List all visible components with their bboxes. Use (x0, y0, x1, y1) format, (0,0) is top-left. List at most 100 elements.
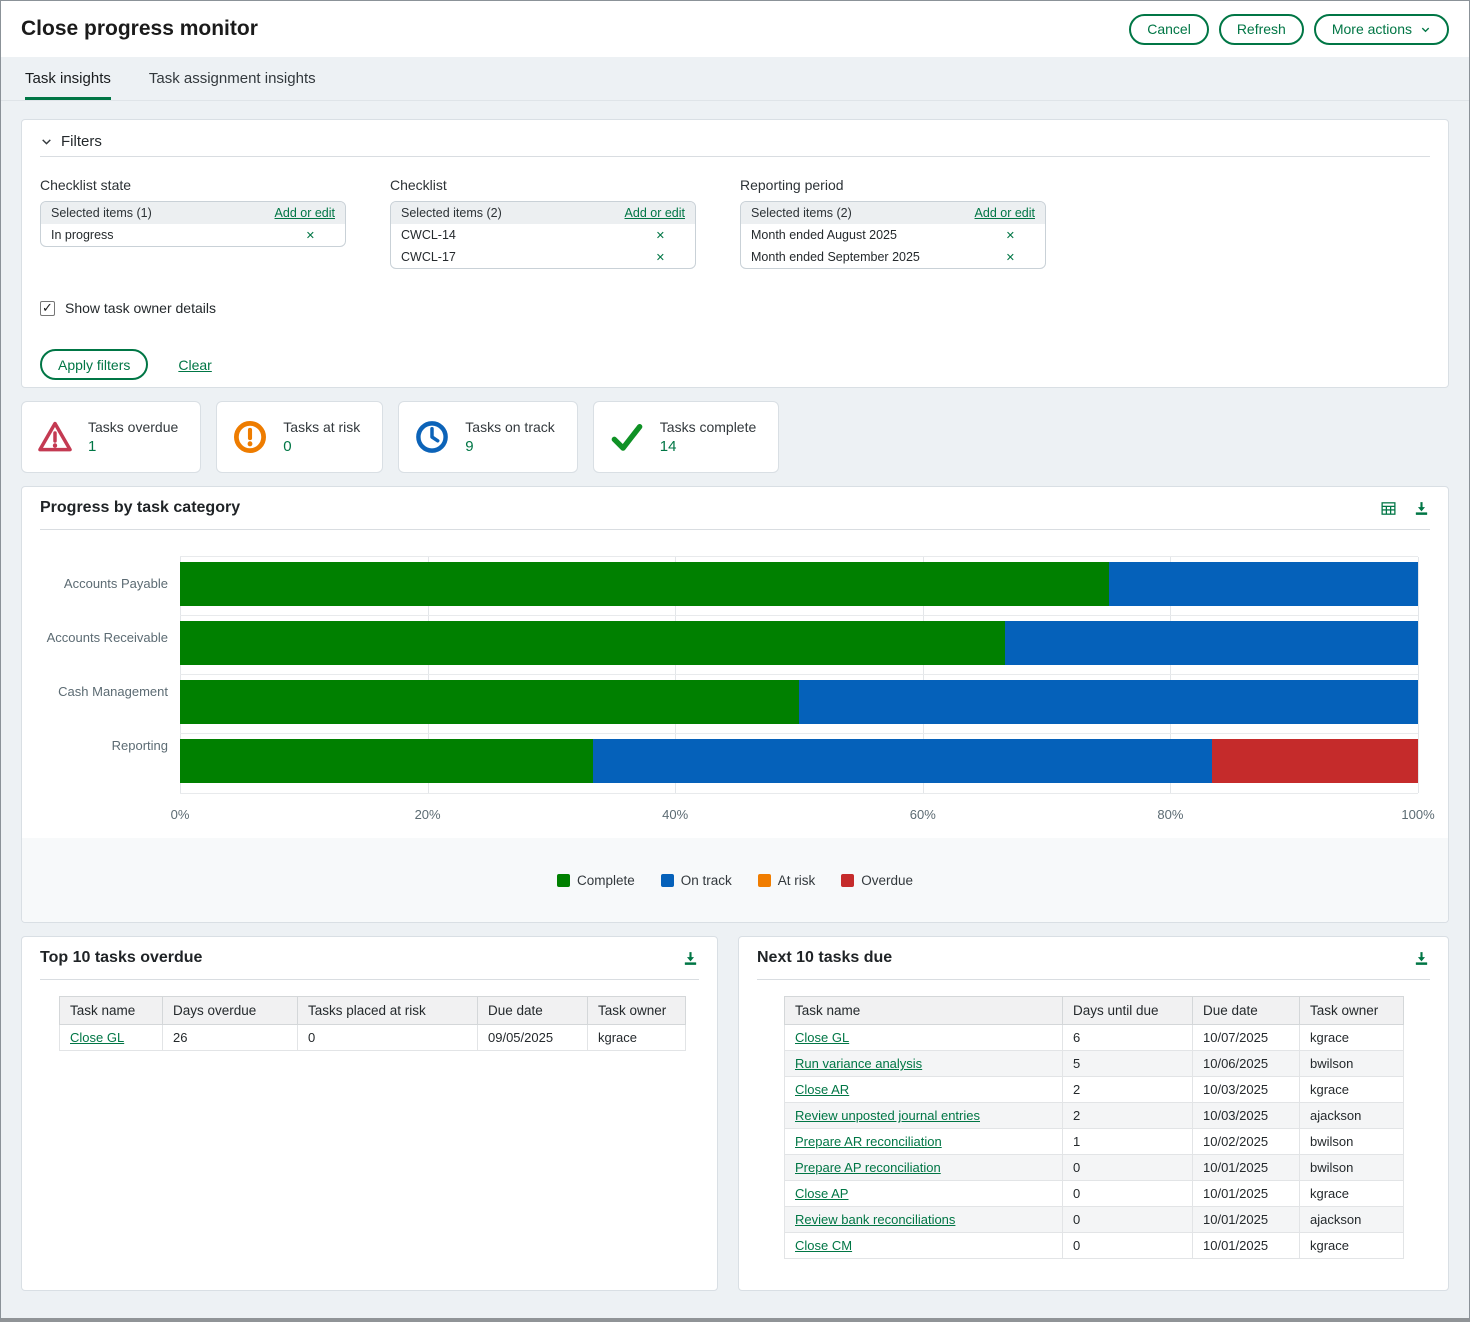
x-tick-label: 100% (1401, 807, 1434, 822)
filter-group-reporting-period: Reporting period Selected items (2) Add … (740, 177, 1046, 269)
cell: bwilson (1300, 1155, 1404, 1181)
filter-label: Reporting period (740, 177, 1046, 193)
tab-task-insights[interactable]: Task insights (25, 57, 111, 100)
table-row: Close GL26009/05/2025kgrace (60, 1025, 686, 1051)
chart-footer: Complete On track At risk Overdue (22, 838, 1448, 922)
bar-segment-complete[interactable] (180, 739, 593, 783)
bar-segment-complete[interactable] (180, 621, 1005, 665)
remove-item-icon[interactable]: ✕ (1006, 251, 1015, 264)
cell: bwilson (1300, 1129, 1404, 1155)
cancel-button[interactable]: Cancel (1129, 14, 1209, 45)
stacked-bar (180, 562, 1418, 606)
selected-items-count: Selected items (1) (51, 206, 152, 220)
task-link[interactable]: Close CM (795, 1238, 852, 1253)
column-header: Task name (60, 997, 163, 1025)
cell: kgrace (1300, 1025, 1404, 1051)
filter-item-label: Month ended September 2025 (751, 250, 920, 264)
cell: 10/01/2025 (1193, 1155, 1300, 1181)
cell: 10/01/2025 (1193, 1207, 1300, 1233)
x-tick-label: 20% (415, 807, 441, 822)
add-or-edit-link[interactable]: Add or edit (275, 206, 335, 220)
refresh-button[interactable]: Refresh (1219, 14, 1304, 45)
task-name-cell: Close AP (785, 1181, 1063, 1207)
x-tick-label: 40% (662, 807, 688, 822)
download-icon[interactable] (1413, 950, 1430, 967)
task-link[interactable]: Review bank reconciliations (795, 1212, 955, 1227)
more-actions-button[interactable]: More actions (1314, 14, 1449, 45)
task-name-cell: Run variance analysis (785, 1051, 1063, 1077)
clear-filters-link[interactable]: Clear (178, 357, 211, 373)
tables-row: Top 10 tasks overdue Task nameDays overd… (21, 936, 1449, 1291)
add-or-edit-link[interactable]: Add or edit (975, 206, 1035, 220)
filters-title: Filters (61, 133, 102, 150)
selected-items-box: Selected items (2) Add or edit CWCL-14 ✕… (390, 201, 696, 269)
cell: 2 (1063, 1077, 1193, 1103)
stat-card-tasks-complete: Tasks complete 14 (593, 401, 779, 473)
cell: 10/01/2025 (1193, 1233, 1300, 1259)
stacked-bar (180, 739, 1418, 783)
table-view-icon[interactable] (1380, 500, 1397, 517)
tab-task-assignment-insights[interactable]: Task assignment insights (149, 57, 316, 100)
bar-segment-on-track[interactable] (593, 739, 1212, 783)
cell: ajackson (1300, 1207, 1404, 1233)
page: Close progress monitor Cancel Refresh Mo… (0, 0, 1470, 1322)
overdue-table-title: Top 10 tasks overdue (40, 949, 202, 967)
bar-segment-complete[interactable] (180, 562, 1109, 606)
filters-toggle[interactable]: Filters (22, 120, 1448, 156)
header-actions: Cancel Refresh More actions (1129, 14, 1449, 45)
legend-swatch (758, 874, 771, 887)
stat-cards: Tasks overdue 1 Tasks at risk 0 Tasks (21, 401, 1449, 473)
column-header: Task owner (1300, 997, 1404, 1025)
remove-item-icon[interactable]: ✕ (1006, 229, 1015, 242)
legend-item-overdue: Overdue (841, 873, 913, 888)
show-owner-checkbox-row[interactable]: Show task owner details (40, 300, 216, 316)
bar-segment-overdue[interactable] (1212, 739, 1418, 783)
stat-card-tasks-on-track: Tasks on track 9 (398, 401, 577, 473)
task-link[interactable]: Close AR (795, 1082, 849, 1097)
remove-item-icon[interactable]: ✕ (656, 251, 665, 264)
chart-plot (180, 556, 1418, 794)
filter-item-label: CWCL-17 (401, 250, 456, 264)
legend-label: Overdue (861, 873, 913, 888)
cell: kgrace (588, 1025, 686, 1051)
cell: 09/05/2025 (478, 1025, 588, 1051)
chart-legend: Complete On track At risk Overdue (557, 873, 913, 888)
checkbox-label: Show task owner details (65, 300, 216, 316)
legend-swatch (841, 874, 854, 887)
cell: kgrace (1300, 1077, 1404, 1103)
download-icon[interactable] (1413, 500, 1430, 517)
cell: 10/02/2025 (1193, 1129, 1300, 1155)
apply-filters-button[interactable]: Apply filters (40, 349, 148, 380)
remove-item-icon[interactable]: ✕ (306, 229, 315, 242)
overdue-tasks-panel: Top 10 tasks overdue Task nameDays overd… (21, 936, 718, 1291)
task-name-cell: Prepare AP reconciliation (785, 1155, 1063, 1181)
legend-item-on-track: On track (661, 873, 732, 888)
legend-label: Complete (577, 873, 635, 888)
bar-segment-on-track[interactable] (1005, 621, 1418, 665)
task-link[interactable]: Close AP (795, 1186, 848, 1201)
task-link[interactable]: Close GL (795, 1030, 849, 1045)
remove-item-icon[interactable]: ✕ (656, 229, 665, 242)
cell: 10/07/2025 (1193, 1025, 1300, 1051)
task-link[interactable]: Close GL (70, 1030, 124, 1045)
page-title: Close progress monitor (21, 17, 1129, 41)
task-link[interactable]: Prepare AP reconciliation (795, 1160, 941, 1175)
legend-item-at-risk: At risk (758, 873, 816, 888)
bar-row-cash-management (180, 680, 1418, 734)
stat-label: Tasks complete (660, 419, 756, 435)
table-row: Close GL610/07/2025kgrace (785, 1025, 1404, 1051)
bar-segment-on-track[interactable] (1109, 562, 1419, 606)
task-link[interactable]: Prepare AR reconciliation (795, 1134, 942, 1149)
download-icon[interactable] (682, 950, 699, 967)
task-link[interactable]: Run variance analysis (795, 1056, 922, 1071)
category-label: Reporting (22, 718, 180, 772)
bar-segment-complete[interactable] (180, 680, 799, 724)
bar-segment-on-track[interactable] (799, 680, 1418, 724)
due-table-title: Next 10 tasks due (757, 949, 892, 967)
column-header: Days overdue (163, 997, 298, 1025)
show-owner-checkbox[interactable] (40, 301, 55, 316)
add-or-edit-link[interactable]: Add or edit (625, 206, 685, 220)
task-link[interactable]: Review unposted journal entries (795, 1108, 980, 1123)
filter-item: CWCL-14 ✕ (391, 224, 695, 246)
table-row: Review bank reconciliations010/01/2025aj… (785, 1207, 1404, 1233)
